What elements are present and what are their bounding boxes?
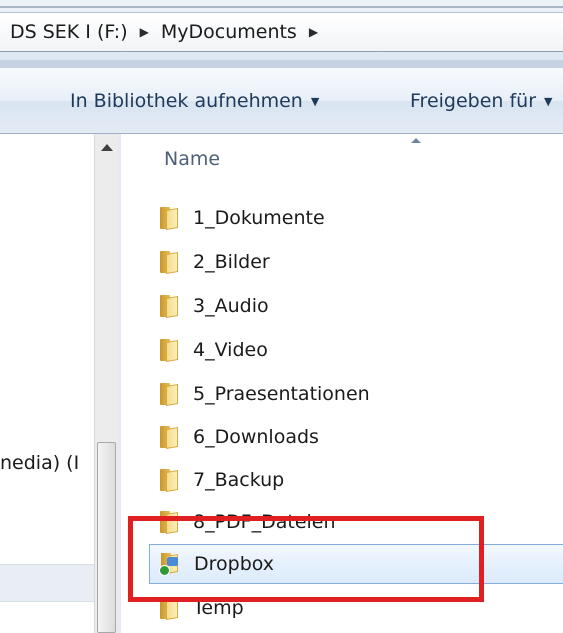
list-item[interactable]: 2_Bilder <box>149 242 563 282</box>
breadcrumb-arrow-icon[interactable]: ▶ <box>301 25 326 39</box>
command-bar: ı In Bibliothek aufnehmen▼ Freigeben für… <box>0 68 563 134</box>
nav-scrollbar[interactable] <box>94 134 118 633</box>
share-with-button[interactable]: Freigeben für ▼ <box>410 90 553 112</box>
list-item-label: 6_Downloads <box>193 426 319 448</box>
list-item-label: 1_Dokumente <box>193 207 325 229</box>
list-item-label: 5_Praesentationen <box>193 383 370 405</box>
list-item[interactable]: 6_Downloads <box>149 417 563 457</box>
list-item-label: 4_Video <box>193 339 268 361</box>
include-in-library-button[interactable]: In Bibliothek aufnehmen ▼ <box>70 90 319 112</box>
scroll-thumb[interactable] <box>97 442 116 633</box>
dropdown-arrow-icon: ▼ <box>544 95 553 108</box>
breadcrumb-drive[interactable]: DS SEK I (F:) <box>6 21 132 43</box>
include-in-library-label: In Bibliothek aufnehmen <box>70 90 303 112</box>
address-bar-divider <box>0 6 563 8</box>
address-bar-area: DS SEK I (F:) ▶ MyDocuments ▶ <box>0 0 563 68</box>
nav-item-selected[interactable] <box>0 564 94 602</box>
breadcrumb-arrow-icon[interactable]: ▶ <box>132 25 157 39</box>
folder-icon <box>160 469 178 493</box>
folder-icon <box>160 426 178 450</box>
scroll-up-arrow-icon[interactable] <box>101 144 113 151</box>
navigation-pane: nedia) (I <box>0 134 118 633</box>
folder-icon <box>160 207 178 231</box>
address-bar[interactable]: DS SEK I (F:) ▶ MyDocuments ▶ <box>0 12 563 52</box>
list-item[interactable]: 4_Video <box>149 330 563 370</box>
folder-icon <box>160 251 178 275</box>
breadcrumb-mydocuments[interactable]: MyDocuments <box>157 21 301 43</box>
highlight-box <box>128 516 484 602</box>
address-bar-border <box>0 60 563 68</box>
column-header-name[interactable]: Name <box>164 148 220 170</box>
share-with-label: Freigeben für <box>410 90 537 112</box>
list-item[interactable]: 3_Audio <box>149 286 563 326</box>
list-item[interactable]: 5_Praesentationen <box>149 374 563 414</box>
folder-icon <box>160 339 178 363</box>
list-item-label: 7_Backup <box>193 469 285 491</box>
list-item[interactable]: 7_Backup <box>149 460 563 500</box>
list-item-label: 2_Bilder <box>193 251 270 273</box>
sort-ascending-icon <box>411 138 421 143</box>
nav-item-media-drive[interactable]: nedia) (I <box>0 452 79 474</box>
dropdown-arrow-icon: ▼ <box>310 95 320 108</box>
list-item[interactable]: 1_Dokumente <box>149 198 563 238</box>
folder-icon <box>160 383 178 407</box>
list-item-label: 3_Audio <box>193 295 269 317</box>
folder-icon <box>160 295 178 319</box>
